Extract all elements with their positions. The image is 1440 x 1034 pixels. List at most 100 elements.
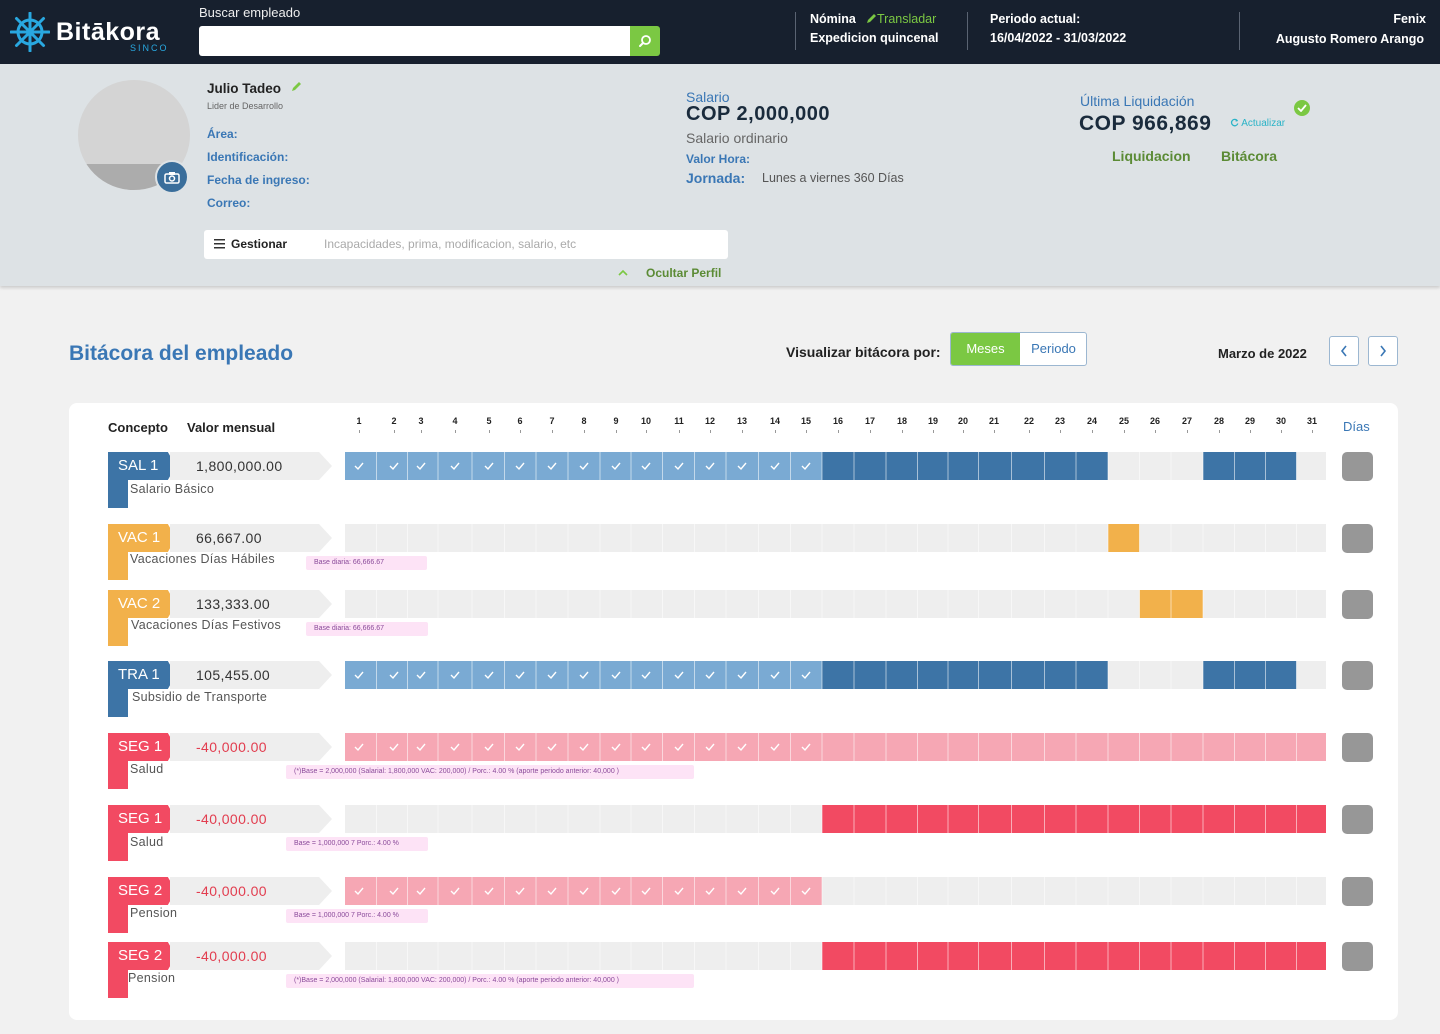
company-name[interactable]: Fenix (1393, 12, 1426, 26)
days-count-box[interactable] (1342, 590, 1373, 619)
last-settlement-label: Última Liquidación (1080, 93, 1195, 109)
employee-role: Lider de Desarrollo (207, 101, 284, 111)
day-range-bar[interactable] (1203, 661, 1297, 689)
log-card (69, 403, 1398, 1020)
day-tick (1029, 430, 1030, 433)
day-number: 4 (452, 416, 458, 426)
concept-code: SAL 1 (118, 457, 159, 474)
tab-months[interactable]: Meses (951, 333, 1020, 365)
day-cells[interactable] (345, 877, 1326, 905)
day-range-bar[interactable] (822, 452, 1108, 480)
day-cells[interactable] (345, 661, 1326, 689)
day-range-bar[interactable] (1108, 524, 1140, 552)
day-range-bar[interactable] (1203, 452, 1297, 480)
day-range-bar[interactable] (345, 877, 822, 905)
day-range-bar[interactable] (345, 452, 822, 480)
manage-bar[interactable]: Gestionar Incapacidades, prima, modifica… (204, 230, 728, 259)
prev-month-button[interactable] (1329, 336, 1359, 366)
base-note: Base diaria: 66,666.67 (306, 622, 428, 636)
day-range-bar[interactable] (822, 733, 1326, 761)
payroll-label: Nómina (810, 12, 856, 26)
days-count-box[interactable] (1342, 661, 1373, 690)
day-tick (902, 430, 903, 433)
monthly-value: 105,455.00 (196, 667, 271, 683)
translate-link[interactable]: Transladar (866, 12, 936, 26)
check-circle-icon (1294, 100, 1310, 116)
day-number: 21 (988, 416, 1000, 426)
day-range-bar[interactable] (822, 942, 1326, 970)
day-tick (359, 430, 360, 433)
days-header: Días (1343, 419, 1370, 434)
day-tick (421, 430, 422, 433)
search-employee-input[interactable] (199, 26, 631, 56)
day-number: 25 (1118, 416, 1130, 426)
workday-label: Jornada: (686, 170, 746, 186)
concept-code: SEG 1 (118, 810, 163, 827)
day-range-bar[interactable] (345, 733, 822, 761)
change-photo-button[interactable] (155, 160, 189, 194)
edit-pencil-icon[interactable] (291, 81, 302, 92)
salary-type: Salario ordinario (686, 130, 788, 146)
manage-placeholder: Incapacidades, prima, modificacion, sala… (324, 237, 577, 251)
day-range-bar[interactable] (822, 661, 1108, 689)
concept-code: TRA 1 (118, 666, 160, 683)
concept-code: VAC 1 (118, 529, 161, 546)
base-note: Base = 1,000,000 7 Porc.: 4.00 % (286, 909, 428, 923)
settlement-link[interactable]: Liquidacion (1112, 148, 1191, 164)
day-number: 23 (1054, 416, 1066, 426)
day-cells[interactable] (345, 733, 1326, 761)
next-month-button[interactable] (1368, 336, 1398, 366)
day-tick (870, 430, 871, 433)
day-tick (584, 430, 585, 433)
menu-icon (214, 239, 225, 249)
monthly-value: -40,000.00 (196, 811, 267, 827)
day-tick (933, 430, 934, 433)
day-cells[interactable] (345, 590, 1326, 618)
day-tick (838, 430, 839, 433)
day-number: 1 (356, 416, 362, 426)
day-cells[interactable] (345, 805, 1326, 833)
workday-value: Lunes a viernes 360 Días (762, 171, 904, 185)
day-number: 27 (1181, 416, 1193, 426)
concept-code: SEG 1 (118, 738, 163, 755)
day-calendar-strip (345, 524, 1326, 552)
base-note: Base = 1,000,000 7 Porc.: 4.00 % (286, 837, 428, 851)
concept-code: VAC 2 (118, 595, 161, 612)
update-link[interactable]: Actualizar (1230, 118, 1285, 129)
search-button[interactable] (630, 26, 660, 56)
day-number: 11 (674, 416, 684, 426)
day-tick (963, 430, 964, 433)
day-range-bar[interactable] (345, 661, 822, 689)
days-count-box[interactable] (1342, 877, 1373, 906)
day-tick (1187, 430, 1188, 433)
user-name[interactable]: Augusto Romero Arango (1276, 32, 1424, 46)
base-note: Base diaria: 66,666.67 (306, 556, 427, 570)
employee-name: Julio Tadeo (207, 81, 282, 96)
day-tick (710, 430, 711, 433)
divider (795, 12, 796, 50)
days-count-box[interactable] (1342, 452, 1373, 481)
days-count-box[interactable] (1342, 805, 1373, 834)
day-tick (1155, 430, 1156, 433)
day-number: 30 (1275, 416, 1287, 426)
day-tick (1092, 430, 1093, 433)
day-cells[interactable] (345, 524, 1326, 552)
log-link[interactable]: Bitácora (1221, 148, 1277, 164)
day-cells[interactable] (345, 452, 1326, 480)
days-count-box[interactable] (1342, 524, 1373, 553)
employee-profile-panel: Julio Tadeo Lider de Desarrollo Área: Id… (0, 64, 1440, 286)
days-count-box[interactable] (1342, 942, 1373, 971)
days-count-box[interactable] (1342, 733, 1373, 762)
day-number: 8 (581, 416, 587, 426)
monthly-value: -40,000.00 (196, 739, 267, 755)
day-number: 29 (1244, 416, 1256, 426)
day-range-bar[interactable] (822, 805, 1326, 833)
day-tick (1312, 430, 1313, 433)
tab-period[interactable]: Periodo (1020, 333, 1086, 365)
day-cells[interactable] (345, 942, 1326, 970)
helm-logo-icon[interactable] (10, 12, 50, 52)
monthly-value: -40,000.00 (196, 883, 267, 899)
day-tick (489, 430, 490, 433)
day-calendar-strip (345, 942, 1326, 970)
chevron-left-icon (1340, 345, 1347, 357)
